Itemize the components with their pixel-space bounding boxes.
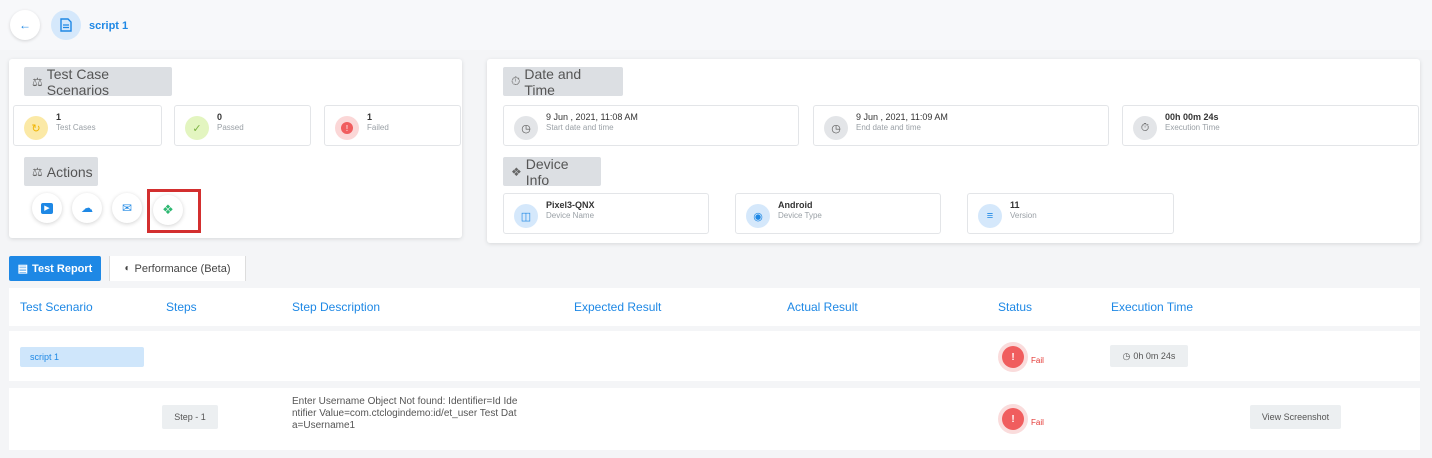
back-button[interactable]: ← (10, 10, 40, 40)
mail-icon: ✉ (121, 201, 133, 215)
error-icon: ! (1002, 346, 1024, 368)
jira-button[interactable]: ❖ (153, 195, 183, 225)
end-datetime: ◷ 9 Jun , 2021, 11:09 AM End date and ti… (813, 105, 1109, 146)
cloud-upload-button[interactable]: ☁ (72, 193, 102, 223)
tab-performance[interactable]: ◐ Performance (Beta) (109, 256, 246, 281)
stat-test-cases: ↻ 1 Test Cases (13, 105, 162, 146)
device-heading: ❖ Device Info (503, 156, 601, 188)
hierarchy-icon: ⚖ (32, 164, 43, 179)
step-chip: Step - 1 (162, 405, 218, 429)
col-expected-result: Expected Result (574, 300, 662, 314)
start-datetime: ◷ 9 Jun , 2021, 11:08 AM Start date and … (503, 105, 799, 146)
col-execution-time: Execution Time (1111, 300, 1194, 314)
video-play-button[interactable]: ▶ (32, 193, 62, 223)
top-bar (0, 0, 1432, 50)
device-name: ◫ Pixel3-QNX Device Name (503, 193, 709, 234)
stopwatch-icon: ⏱ (511, 74, 521, 88)
table-row-scenario: script 1 ! Fail ◷ 0h 0m 24s (9, 331, 1420, 381)
arrow-left-icon: ← (19, 18, 31, 32)
col-step-description: Step Description (292, 300, 381, 314)
report-icon: ▤ (17, 263, 29, 275)
col-actual-result: Actual Result (787, 300, 858, 314)
status-fail: ! Fail (1002, 408, 1044, 430)
execution-time: ⏱ 00h 00m 24s Execution Time (1122, 105, 1419, 146)
version-icon: ≡ (978, 204, 1002, 228)
scenarios-heading: ⚖ Test Case Scenarios (24, 66, 172, 98)
error-icon: ! (1002, 408, 1024, 430)
table-header: Test Scenario Steps Step Description Exp… (9, 288, 1420, 326)
cloud-upload-icon: ☁ (81, 201, 93, 215)
stat-failed: ! 1 Failed (324, 105, 461, 146)
device-version: ≡ 11 Version (967, 193, 1174, 234)
cycle-icon: ↻ (24, 116, 48, 140)
stat-passed: ✓ 0 Passed (174, 105, 311, 146)
script-title: script 1 (89, 20, 129, 32)
clock-icon: ◷ (824, 116, 848, 140)
jira-icon: ❖ (162, 202, 174, 217)
clock-icon: ◷ (1122, 350, 1131, 361)
view-screenshot-button[interactable]: View Screenshot (1250, 405, 1341, 429)
stopwatch-icon: ⏱ (1133, 116, 1157, 140)
mail-button[interactable]: ✉ (112, 193, 142, 223)
device-type: ◉ Android Device Type (735, 193, 941, 234)
status-fail: ! Fail (1002, 346, 1044, 368)
datetime-heading: ⏱ Date and Time (503, 66, 623, 98)
document-icon (51, 10, 81, 40)
actions-heading: ⚖ Actions (24, 157, 98, 186)
col-test-scenario: Test Scenario (20, 300, 93, 314)
clock-icon: ◷ (514, 116, 538, 140)
scenario-chip[interactable]: script 1 (20, 347, 144, 367)
check-double-icon: ✓ (185, 116, 209, 140)
device-icon: ◫ (514, 204, 538, 228)
step-description: Enter Username Object Not found: Identif… (292, 396, 518, 431)
table-row-step: Step - 1 Enter Username Object Not found… (9, 388, 1420, 450)
gauge-icon: ◐ (124, 263, 131, 274)
android-icon: ◉ (746, 204, 770, 228)
error-icon: ! (335, 116, 359, 140)
tab-test-report[interactable]: ▤ Test Report (9, 256, 101, 281)
execution-time-chip: ◷ 0h 0m 24s (1110, 345, 1188, 367)
col-steps: Steps (166, 300, 197, 314)
col-status: Status (998, 300, 1033, 314)
device-info-icon: ❖ (511, 164, 522, 179)
video-play-icon: ▶ (41, 202, 53, 214)
hierarchy-icon: ⚖ (32, 74, 43, 89)
